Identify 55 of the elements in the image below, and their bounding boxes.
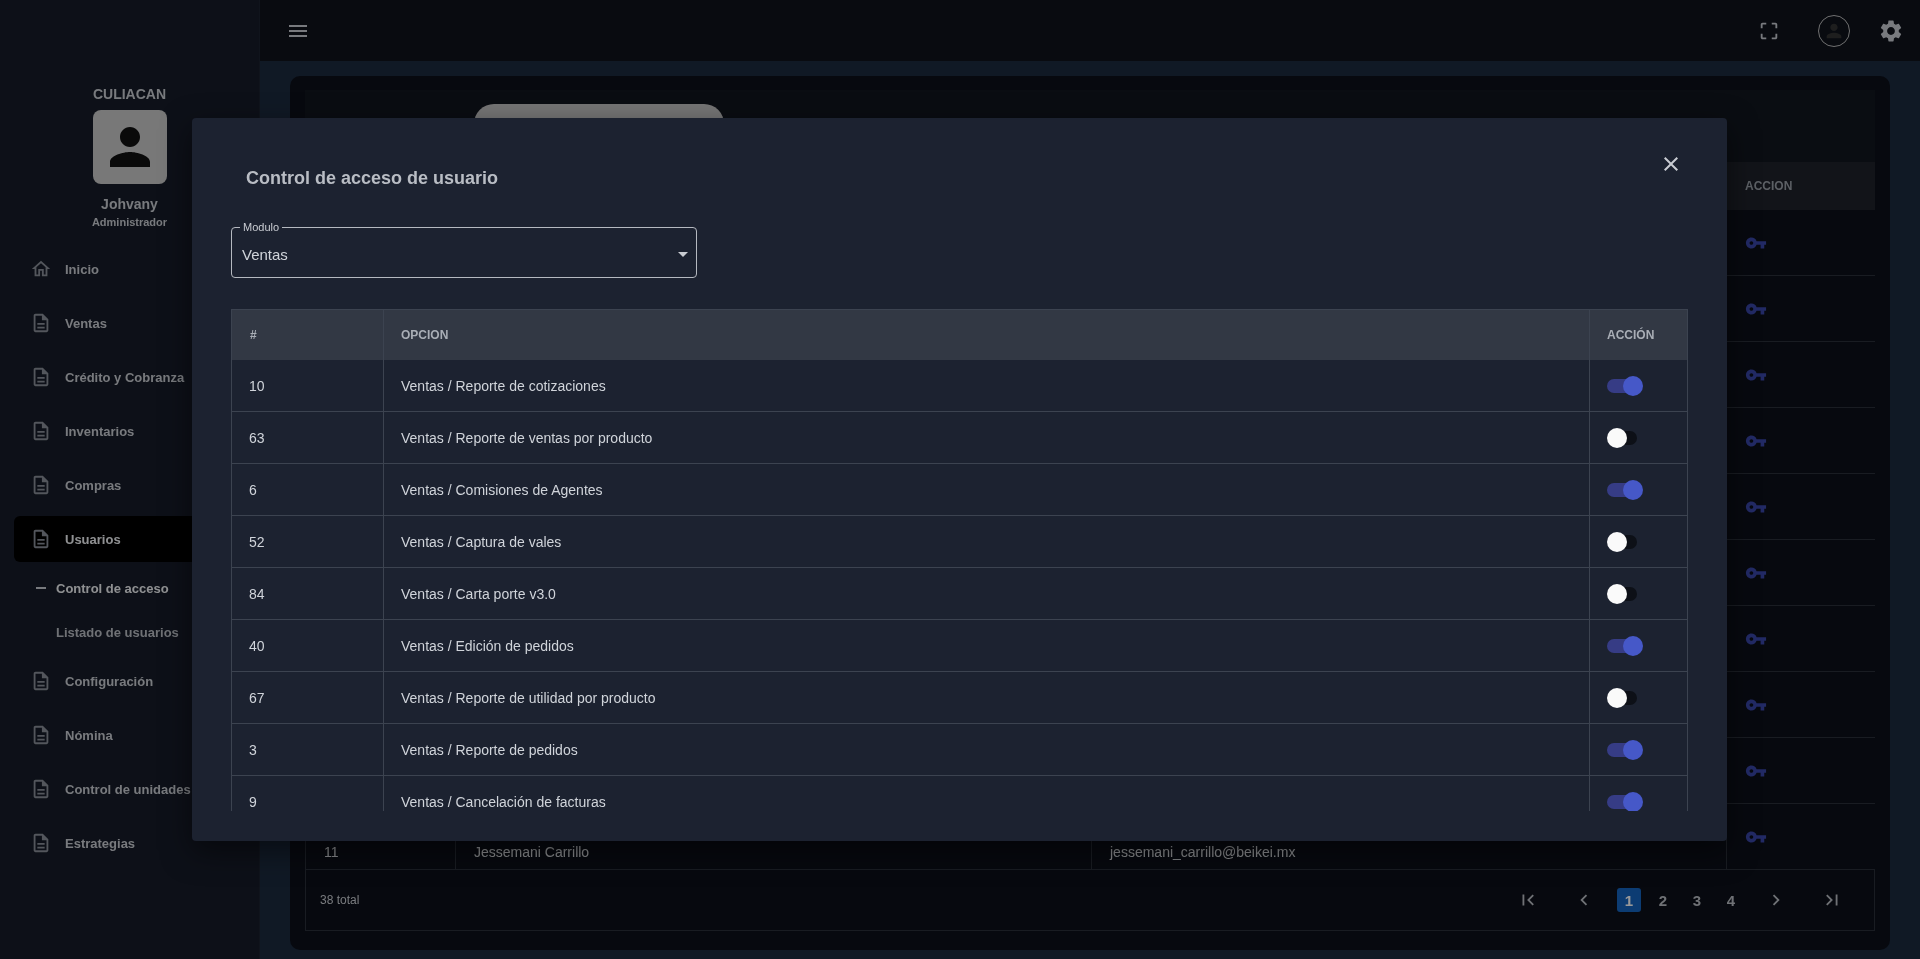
table-cell: 10 <box>249 377 265 394</box>
table-cell: Ventas / Captura de vales <box>401 533 562 550</box>
sidebar-item[interactable]: Estrategias <box>14 820 259 866</box>
page-button[interactable]: 1 <box>1617 888 1641 912</box>
table-cell: 3 <box>249 741 257 758</box>
table-cell: 9 <box>249 793 257 810</box>
sidebar-item-label: Crédito y Cobranza <box>65 369 185 385</box>
sidebar-item-label: Control de unidades <box>65 781 191 797</box>
table-cell: 6 <box>249 481 257 498</box>
table-cell: 67 <box>249 689 265 706</box>
table-cell: Jessemani Carrillo <box>474 844 590 860</box>
column-header: ACCION <box>1726 162 1875 210</box>
table-cell: Ventas / Reporte de ventas por producto <box>401 429 653 446</box>
toggle-switch[interactable] <box>1607 635 1643 656</box>
user-role: Administrador <box>91 216 168 228</box>
table-cell: 63 <box>249 429 265 446</box>
toggle-switch[interactable] <box>1607 375 1643 396</box>
sidebar-item-label: Compras <box>65 477 122 493</box>
sidebar-item-label: Ventas <box>65 315 107 331</box>
page-button[interactable]: 4 <box>1719 888 1743 912</box>
table-cell: Ventas / Reporte de cotizaciones <box>401 377 606 394</box>
column-header: # <box>232 310 383 360</box>
table-cell: Ventas / Edición de pedidos <box>401 637 574 654</box>
user-name: Johvany <box>101 196 158 212</box>
sidebar-item-label: Nómina <box>65 727 113 743</box>
toggle-switch[interactable] <box>1607 479 1643 500</box>
sidebar-item-label: Inventarios <box>65 423 135 439</box>
table-cell: 40 <box>249 637 265 654</box>
field-value: Ventas <box>242 246 288 263</box>
sidebar-item-label: Usuarios <box>65 531 121 547</box>
table-cell: jessemani_carrillo@beikei.mx <box>1110 844 1296 860</box>
page-button[interactable]: 2 <box>1651 888 1675 912</box>
toggle-switch[interactable] <box>1607 739 1643 760</box>
sidebar-subitem-label: Control de acceso <box>56 580 169 596</box>
table-cell: Ventas / Comisiones de Agentes <box>401 481 603 498</box>
branch-name: CULIACAN <box>92 86 167 102</box>
total-count: 38 total <box>320 893 360 907</box>
column-header: OPCION <box>383 310 1589 360</box>
column-header: ACCIÓN <box>1589 310 1687 360</box>
toggle-switch[interactable] <box>1607 791 1643 811</box>
dropdown-caret-icon <box>678 252 688 257</box>
field-label: Modulo <box>240 221 283 233</box>
table-cell: Ventas / Reporte de pedidos <box>401 741 578 758</box>
sidebar-item-label: Configuración <box>65 673 154 689</box>
table-cell: 84 <box>249 585 265 602</box>
avatar-icon <box>92 110 167 184</box>
sidebar-item-label: Inicio <box>65 261 99 277</box>
dash-icon <box>36 587 46 589</box>
table-cell: Ventas / Cancelación de facturas <box>401 793 606 810</box>
table-cell: 11 <box>324 844 339 860</box>
table-cell: Ventas / Carta porte v3.0 <box>401 585 556 602</box>
table-cell: Ventas / Reporte de utilidad por producto <box>401 689 656 706</box>
dialog-title: Control de acceso de usuario <box>246 168 500 189</box>
sidebar-item-label: Estrategias <box>65 835 136 851</box>
page-button[interactable]: 3 <box>1685 888 1709 912</box>
